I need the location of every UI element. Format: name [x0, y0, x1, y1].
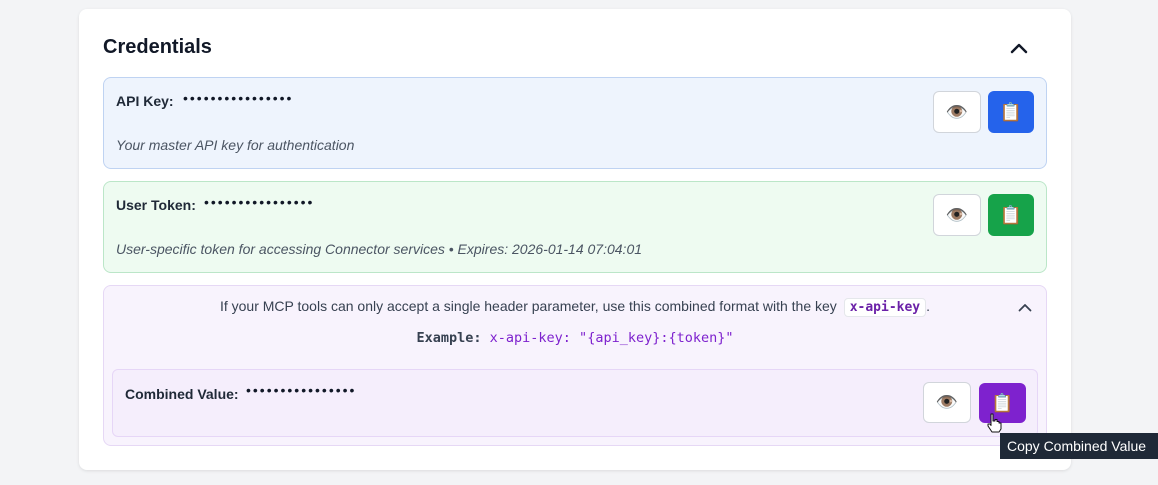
copy-api-key-button[interactable]: 📋 — [988, 91, 1034, 133]
example-code: x-api-key: "{api_key}:{token}" — [489, 330, 734, 346]
combined-info-suffix: . — [926, 298, 931, 314]
chevron-up-icon — [1018, 303, 1032, 311]
reveal-combined-value-button[interactable]: 👁️ — [923, 382, 971, 423]
api-key-value: •••••••••••••••• — [183, 90, 294, 106]
clipboard-icon: 📋 — [991, 392, 1014, 413]
reveal-user-token-button[interactable]: 👁️ — [933, 194, 981, 236]
chevron-up-icon — [1010, 43, 1028, 54]
eye-icon: 👁️ — [935, 392, 959, 412]
combined-value-panel: If your MCP tools can only accept a sing… — [103, 285, 1047, 446]
user-token-label: User Token: — [116, 197, 196, 213]
user-token-panel: User Token: •••••••••••••••• User-specif… — [103, 181, 1047, 273]
reveal-api-key-button[interactable]: 👁️ — [933, 91, 981, 133]
combined-value-label: Combined Value: — [125, 386, 239, 402]
combined-value-masked: •••••••••••••••• — [246, 382, 357, 398]
example-label: Example: — [416, 330, 482, 346]
eye-icon: 👁️ — [945, 101, 969, 122]
clipboard-icon: 📋 — [999, 204, 1023, 225]
clipboard-icon: 📋 — [999, 101, 1023, 122]
section-title: Credentials — [103, 36, 212, 58]
hand-cursor-icon — [987, 413, 1002, 433]
user-token-description: User-specific token for accessing Connec… — [116, 241, 643, 257]
copy-user-token-button[interactable]: 📋 — [988, 194, 1034, 236]
user-token-value: •••••••••••••••• — [204, 194, 315, 210]
combined-info-text: If your MCP tools can only accept a sing… — [104, 298, 1046, 317]
credentials-card: Credentials API Key: •••••••••••••••• Yo… — [79, 9, 1071, 470]
collapse-info-button[interactable] — [1016, 298, 1034, 316]
copy-tooltip: Copy Combined Value — [1000, 433, 1158, 459]
collapse-section-button[interactable] — [1007, 36, 1031, 60]
eye-icon: 👁️ — [945, 204, 969, 225]
combined-example: Example: x-api-key: "{api_key}:{token}" — [104, 330, 1046, 346]
combined-info-message: If your MCP tools can only accept a sing… — [219, 298, 837, 314]
header-key-code: x-api-key — [843, 298, 927, 317]
api-key-label: API Key: — [116, 93, 174, 109]
combined-value-box: Combined Value: •••••••••••••••• 👁️ 📋 — [112, 369, 1038, 437]
api-key-description: Your master API key for authentication — [116, 137, 355, 153]
api-key-panel: API Key: •••••••••••••••• Your master AP… — [103, 77, 1047, 169]
